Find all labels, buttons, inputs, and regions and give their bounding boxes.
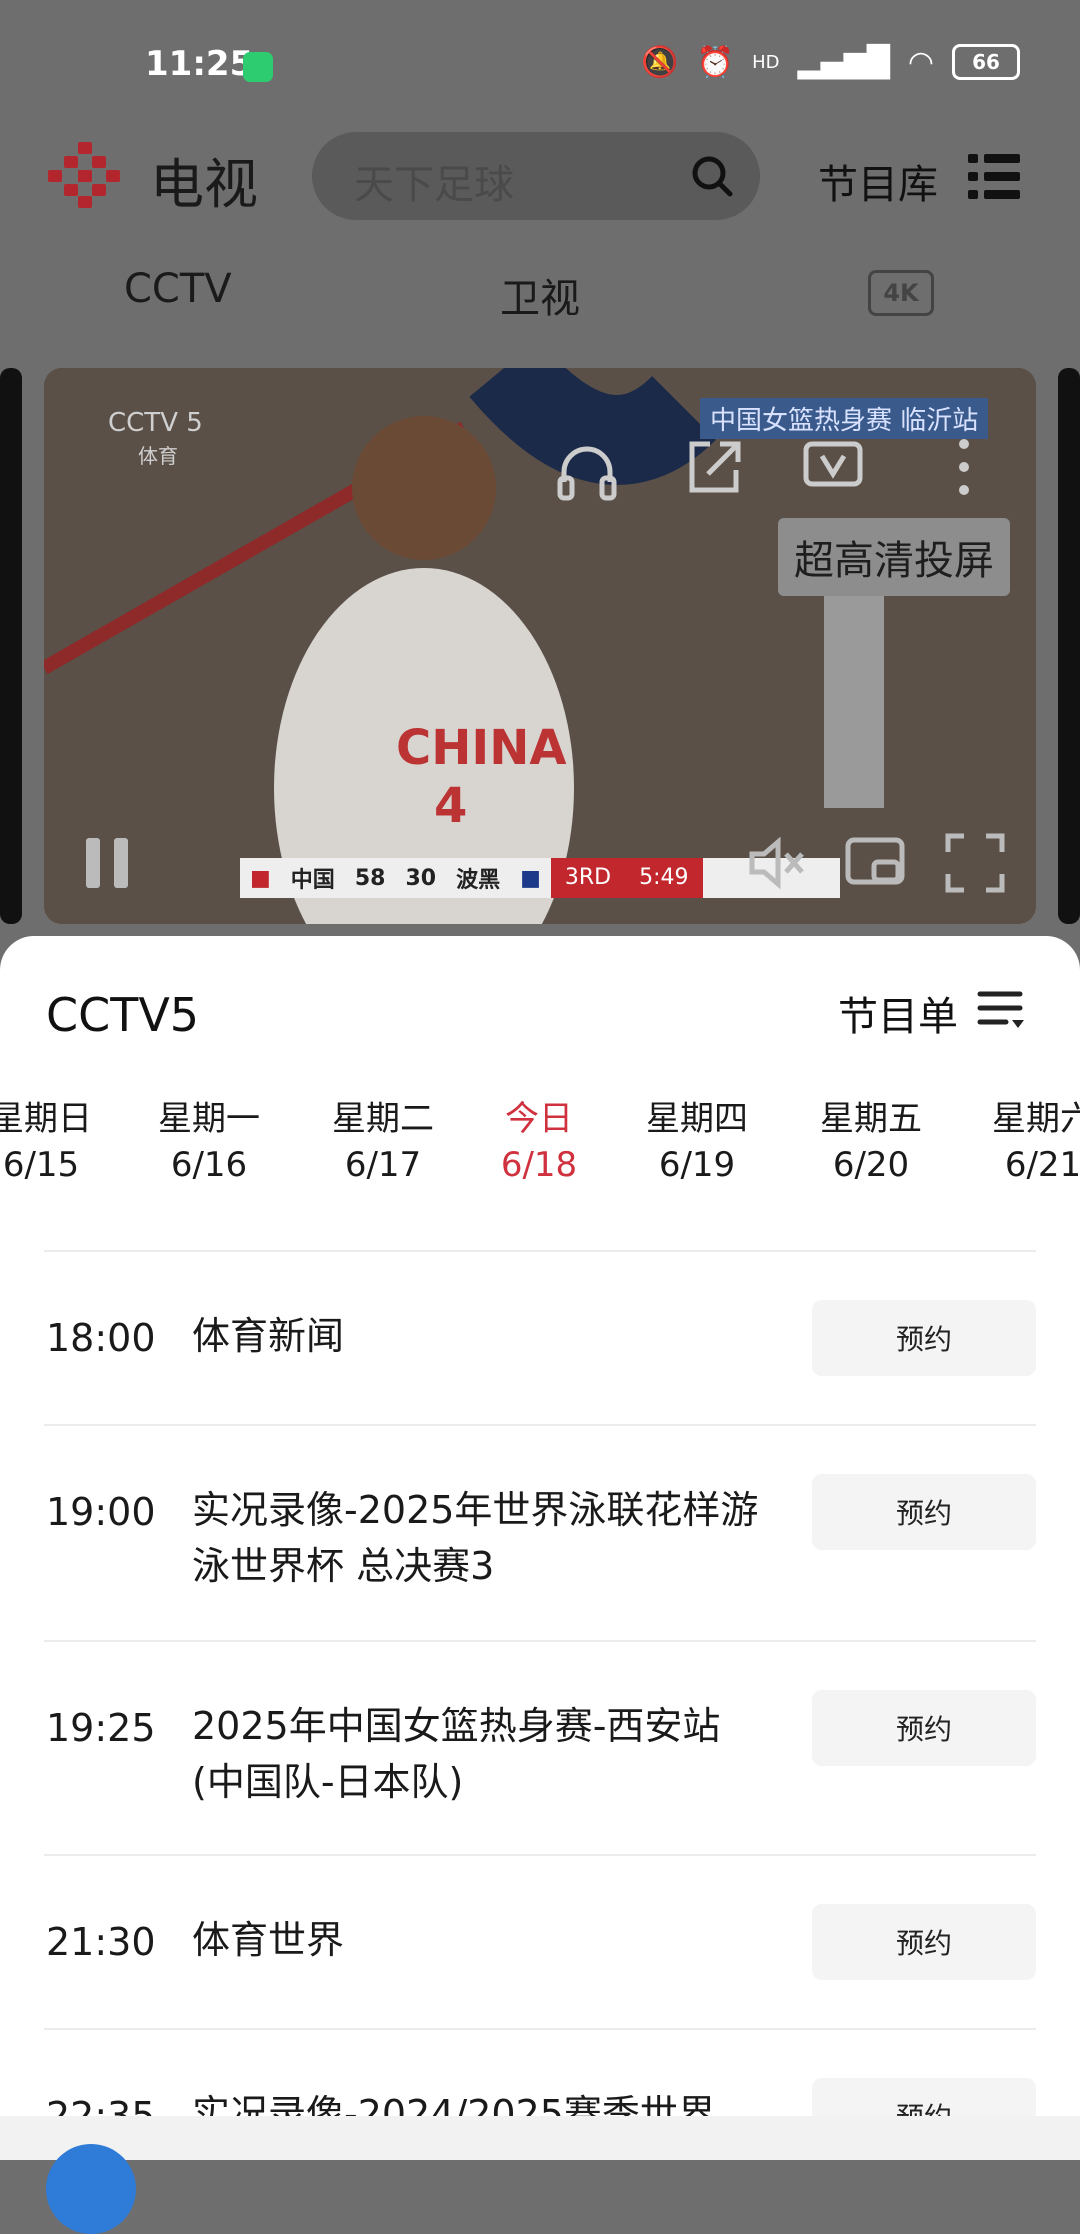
game-clock: 5:49 xyxy=(625,858,703,898)
reserve-button[interactable]: 预约 xyxy=(812,1690,1036,1766)
channel-watermark-sub: 体育 xyxy=(138,444,178,468)
team1-name: 中国 xyxy=(290,868,335,893)
alarm-icon: ⏰ xyxy=(696,44,735,80)
program-title: 实况录像-2024/2025赛季世界 xyxy=(192,2092,716,2116)
divider xyxy=(44,1424,1036,1426)
hd-signal-icon: HD xyxy=(752,51,780,73)
divider xyxy=(44,1250,1036,1252)
current-channel-name: CCTV5 xyxy=(46,988,200,1042)
picture-in-picture-icon[interactable] xyxy=(842,830,908,896)
status-icons: 🔕 ⏰ HD ▂▄▆█ ◠ 66 xyxy=(641,44,1020,80)
program-title: 实况录像-2025年世界泳联花样游泳世界杯 总决赛3 xyxy=(192,1488,759,1588)
jersey-number: 4 xyxy=(434,778,468,834)
channel-tabs: CCTV 卫视 4K xyxy=(0,258,1080,328)
prev-channel-card[interactable] xyxy=(0,368,22,924)
reserve-button[interactable]: 预约 xyxy=(812,2078,1036,2116)
team2-score: 30 xyxy=(405,865,437,891)
day-selector: 星期日 6/15 星期一 6/16 星期二 6/17 今日 6/18 星期四 6/19 星… xyxy=(0,1096,1080,1196)
program-time: 18:00 xyxy=(46,1316,156,1360)
library-button[interactable]: 节目库 xyxy=(818,152,938,210)
day-fri[interactable]: 星期五 6/20 xyxy=(796,1096,946,1188)
program-time: 19:00 xyxy=(46,1490,156,1534)
reserve-button[interactable]: 预约 xyxy=(812,1300,1036,1376)
day-thu[interactable]: 星期四 6/19 xyxy=(622,1096,772,1188)
program-title: 2025年中国女篮热身赛-西安站(中国队-日本队) xyxy=(192,1704,721,1804)
team2-flag-icon: ■ xyxy=(520,865,541,891)
bottom-nav-bar xyxy=(0,2116,1080,2234)
share-icon[interactable] xyxy=(680,434,746,500)
tv-cast-icon[interactable] xyxy=(800,434,866,500)
app-title: 电视 xyxy=(150,153,258,216)
reserve-button[interactable]: 预约 xyxy=(812,1904,1036,1980)
shield-icon xyxy=(243,52,273,82)
divider xyxy=(44,1640,1036,1642)
day-mon[interactable]: 星期一 6/16 xyxy=(134,1096,284,1188)
schedule-button[interactable]: 节目单 xyxy=(838,984,958,1042)
battery-icon: 66 xyxy=(952,44,1020,80)
signal-icon: ▂▄▆█ xyxy=(797,44,890,80)
jersey-text: CHINA xyxy=(396,720,567,776)
game-period: 3RD xyxy=(550,858,626,898)
search-input[interactable]: 天下足球 xyxy=(312,132,760,220)
channel-watermark: CCTV 5 xyxy=(108,408,203,438)
program-schedule-sheet: CCTV5 节目单 星期日 6/15 星期一 6/16 星期二 6/17 今日 6/18… xyxy=(0,936,1080,2116)
app-header: 电视 天下足球 节目库 xyxy=(0,120,1080,230)
day-sun[interactable]: 星期日 6/15 xyxy=(0,1096,116,1188)
search-icon[interactable] xyxy=(690,154,734,198)
list-menu-icon[interactable] xyxy=(968,150,1020,202)
program-title: 体育新闻 xyxy=(192,1314,345,1358)
mute-bell-icon: 🔕 xyxy=(641,44,679,80)
headphones-icon[interactable] xyxy=(554,438,620,504)
program-time: 22:35 xyxy=(46,2094,156,2116)
search-placeholder: 天下足球 xyxy=(354,162,514,208)
day-today[interactable]: 今日 6/18 xyxy=(464,1096,614,1188)
status-time: 11:25 xyxy=(145,44,254,84)
schedule-list-icon[interactable] xyxy=(976,986,1024,1034)
program-banner: 中国女篮热身赛 临沂站 xyxy=(700,398,989,439)
tab-cctv[interactable]: CCTV xyxy=(124,266,232,312)
tab-4k[interactable]: 4K xyxy=(868,270,934,316)
status-bar: 11:25 🔕 ⏰ HD ▂▄▆█ ◠ 66 xyxy=(0,0,1080,120)
day-sat[interactable]: 星期六 6/21 xyxy=(968,1096,1080,1188)
team2-name: 波黑 xyxy=(456,868,501,893)
program-time: 19:25 xyxy=(46,1706,156,1750)
program-title: 体育世界 xyxy=(192,1918,345,1962)
wifi-icon: ◠ xyxy=(907,44,934,80)
fullscreen-icon[interactable] xyxy=(942,830,1008,896)
day-tue[interactable]: 星期二 6/17 xyxy=(308,1096,458,1188)
cast-tooltip: 超高清投屏 xyxy=(778,518,1010,596)
team1-flag-icon: ■ xyxy=(250,865,271,891)
video-player[interactable]: CCTV 5 体育 中国女篮热身赛 临沂站 CHINA 4 超高清投屏 ■ 中国… xyxy=(44,368,1036,924)
reserve-button[interactable]: 预约 xyxy=(812,1474,1036,1550)
program-time: 21:30 xyxy=(46,1920,156,1964)
more-options-icon[interactable] xyxy=(944,434,984,500)
avatar[interactable] xyxy=(46,2144,136,2234)
tab-satellite[interactable]: 卫视 xyxy=(500,266,580,324)
divider xyxy=(44,2028,1036,2030)
cctv-logo-icon[interactable] xyxy=(42,140,128,210)
divider xyxy=(44,1854,1036,1856)
next-channel-card[interactable] xyxy=(1058,368,1080,924)
pause-icon[interactable] xyxy=(74,830,140,896)
mute-icon[interactable] xyxy=(744,830,810,896)
team1-score: 58 xyxy=(354,865,386,891)
